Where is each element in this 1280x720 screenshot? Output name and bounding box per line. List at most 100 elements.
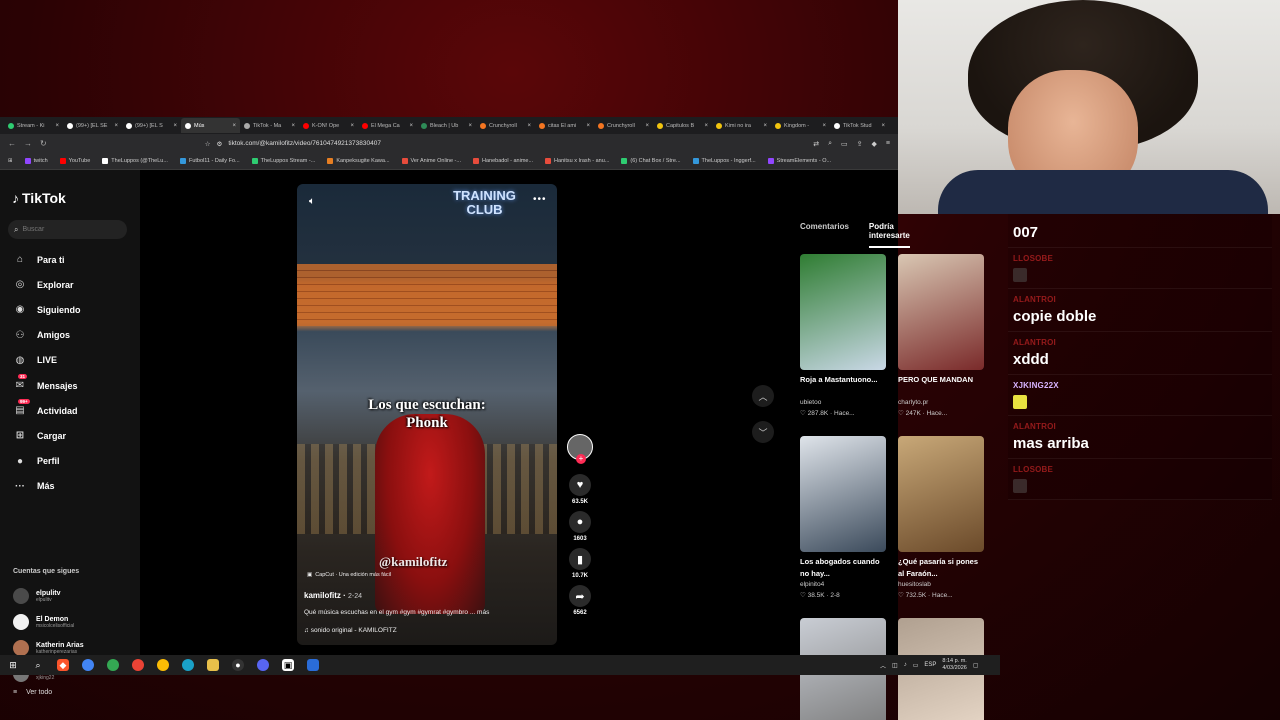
search-input[interactable] [22, 226, 113, 233]
search-icon[interactable]: ⌕ [32, 659, 44, 671]
heart-icon[interactable]: ♥ [569, 474, 591, 496]
video-sound[interactable]: ♫ sonido original - KAMILOFITZ [304, 627, 397, 634]
browser-tab[interactable]: Crunchyroll × [594, 118, 653, 133]
share-action[interactable]: ➦ 6562 [569, 585, 591, 616]
close-tab-icon[interactable]: × [291, 123, 295, 129]
creator-avatar[interactable]: + [567, 434, 593, 464]
suggested-video-card[interactable]: PERO QUE MANDAN charlyto.pr ♡ 247K · Hace.… [898, 254, 984, 417]
close-tab-icon[interactable]: × [527, 123, 531, 129]
browser-tab[interactable]: Stream - Ki × [4, 118, 63, 133]
bookmark-item[interactable]: TheLuppos - Inggerf... [692, 158, 756, 164]
bookmark-item[interactable]: TheLuppos (@TheLu... [102, 158, 168, 164]
menu-item[interactable]: ● Perfil [12, 449, 81, 474]
capcut-app-icon[interactable]: ▣ [282, 659, 294, 671]
chrome-icon[interactable] [132, 659, 144, 671]
menu-item[interactable]: ◍ LIVE [12, 348, 81, 373]
volume-icon[interactable]: ♪ [904, 662, 907, 668]
network-icon[interactable]: ◫ [892, 662, 898, 669]
browser-tab[interactable]: (99+) [EL S × [122, 118, 181, 133]
save-action[interactable]: ▮ 10.7K [569, 548, 591, 579]
windows-start-icon[interactable]: ⊞ [7, 659, 19, 671]
chrome-icon[interactable] [107, 659, 119, 671]
video-description[interactable]: Qué música escuchas en el gym #gym #gymr… [304, 609, 554, 616]
see-all-link[interactable]: ≡ Ver todo [13, 689, 133, 696]
video-player[interactable]: TRAINING CLUB Los que escuchan: Phonk @k… [297, 184, 557, 645]
browser-tab[interactable]: K-ON! Ope × [299, 118, 358, 133]
clock[interactable]: 8:14 p. m. 4/03/2026 [942, 658, 966, 672]
suggested-video-card[interactable]: Los abogados cuando no hay... elpinito4 ♡ … [800, 436, 886, 599]
card-user[interactable]: elpinito4 [800, 581, 886, 588]
browser-tab[interactable]: Crunchyroll × [476, 118, 535, 133]
search-box[interactable]: ⌕ [8, 220, 127, 239]
address-bar[interactable]: ☆ ⚙ tiktok.com/@kamilofitz/video/7610474… [205, 137, 725, 150]
translate-icon[interactable]: ⇄ [813, 140, 819, 148]
menu-item[interactable]: ✉ 31 Mensajes [12, 373, 81, 398]
follow-plus-icon[interactable]: + [576, 454, 586, 464]
chevron-up-icon[interactable]: ︿ [880, 661, 886, 670]
suggested-video-card[interactable]: ¿Qué pasaría si pones al Faraón... huesit… [898, 436, 984, 599]
cast-icon[interactable]: ▭ [841, 140, 848, 148]
site-settings-icon[interactable]: ⚙ [217, 140, 223, 148]
close-tab-icon[interactable]: × [468, 123, 472, 129]
card-user[interactable]: charlyto.pr [898, 399, 984, 406]
app-icon[interactable] [307, 659, 319, 671]
close-tab-icon[interactable]: × [232, 123, 236, 129]
capcut-label[interactable]: ▣ CapCut · Una edición más fácil [307, 572, 391, 578]
close-tab-icon[interactable]: × [409, 123, 413, 129]
video-thumbnail[interactable] [898, 254, 984, 370]
battery-icon[interactable]: ▭ [913, 662, 919, 669]
share-icon[interactable]: ⇪ [857, 140, 863, 148]
back-icon[interactable]: ← [8, 139, 16, 148]
menu-item[interactable]: ◎ Explorar [12, 272, 81, 297]
menu-item[interactable]: ▤ 99+ Actividad [12, 398, 81, 423]
bookmark-item[interactable]: TheLuppos Stream -... [251, 158, 315, 164]
close-tab-icon[interactable]: × [586, 123, 590, 129]
browser-tab[interactable]: TikTok Stud × [830, 118, 889, 133]
more-options-icon[interactable]: ••• [533, 194, 547, 205]
language-indicator[interactable]: ESP [924, 662, 936, 668]
browser-tab[interactable]: citas El ami × [535, 118, 594, 133]
forward-icon[interactable]: → [24, 139, 32, 148]
bookmark-item[interactable]: Ver Anime Online -... [401, 158, 461, 164]
close-tab-icon[interactable]: × [704, 123, 708, 129]
browser-tab[interactable]: Bleach | Ub × [417, 118, 476, 133]
chevron-up-icon[interactable]: ︿ [752, 385, 774, 407]
bookmark-item[interactable]: Hanebadol - anime... [472, 158, 533, 164]
menu-icon[interactable]: ≡ [886, 140, 890, 148]
close-tab-icon[interactable]: × [763, 123, 767, 129]
apps-icon[interactable]: ⊞ [8, 158, 13, 164]
chevron-down-icon[interactable]: ﹀ [752, 421, 774, 443]
like-action[interactable]: ♥ 63.5K [569, 474, 591, 505]
card-user[interactable]: ubietoo [800, 399, 886, 406]
close-tab-icon[interactable]: × [822, 123, 826, 129]
video-author[interactable]: kamilofitz · 2-24 [304, 591, 362, 600]
bookmark-item[interactable]: (6) Chat Box / Stre... [621, 158, 681, 164]
browser-tab[interactable]: (99+) [EL SE × [63, 118, 122, 133]
bookmark-icon[interactable]: ▮ [569, 548, 591, 570]
tiktok-logo[interactable]: ♪ TikTok [12, 190, 66, 206]
close-tab-icon[interactable]: × [350, 123, 354, 129]
edge-icon[interactable] [182, 659, 194, 671]
bookmark-star-icon[interactable]: ☆ [205, 140, 211, 148]
tab-interest[interactable]: Podría interesarte [868, 222, 910, 248]
folder-icon[interactable] [207, 659, 219, 671]
bookmark-item[interactable]: YouTube [59, 158, 90, 164]
notification-icon[interactable]: ▢ [973, 662, 979, 669]
brave-browser-icon[interactable]: ◆ [57, 659, 69, 671]
close-tab-icon[interactable]: × [173, 123, 177, 129]
browser-tab[interactable]: TikTok - Ma × [240, 118, 299, 133]
browser-tab[interactable]: Kingdom - × [771, 118, 830, 133]
bookmark-item[interactable]: Kanpeksugite Kawa... [327, 158, 390, 164]
close-tab-icon[interactable]: × [114, 123, 118, 129]
extension-icon[interactable]: ◆ [872, 140, 877, 148]
close-tab-icon[interactable]: × [55, 123, 59, 129]
bookmark-item[interactable]: StreamElements - O... [767, 158, 831, 164]
zoom-icon[interactable]: ⌕ [828, 140, 832, 148]
card-user[interactable]: huesitoslab [898, 581, 984, 588]
share-arrow-icon[interactable]: ➦ [569, 585, 591, 607]
menu-item[interactable]: ⌂ Para ti [12, 247, 81, 272]
menu-item[interactable]: ⚇ Amigos [12, 323, 81, 348]
browser-tab[interactable]: Capitulos B × [653, 118, 712, 133]
suggested-video-card[interactable]: Roja a Mastantuono... ubietoo ♡ 287.8K · H… [800, 254, 886, 417]
comment-icon[interactable]: ● [569, 511, 591, 533]
